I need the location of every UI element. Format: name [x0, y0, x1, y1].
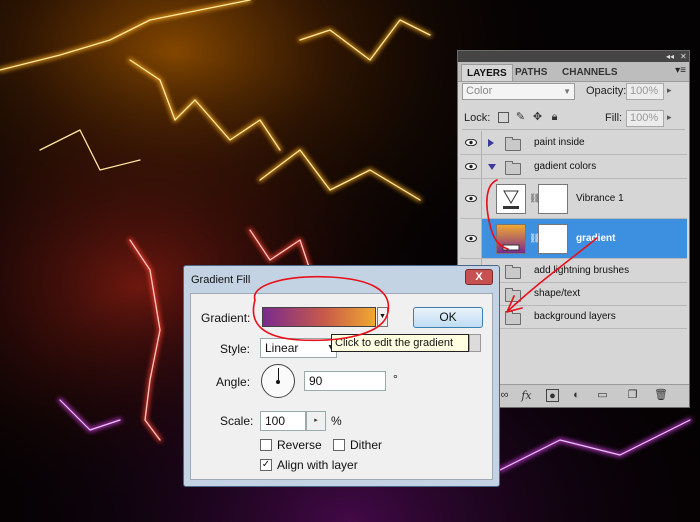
eye-icon[interactable]	[465, 163, 477, 170]
folder-icon	[505, 288, 521, 302]
angle-label: Angle:	[216, 375, 251, 389]
dialog-title: Gradient Fill	[191, 274, 251, 286]
layer-name: gradient	[576, 233, 616, 244]
visibility-cell	[460, 179, 482, 218]
lock-all-icon[interactable]: 🔒︎	[549, 112, 560, 123]
fx-icon[interactable]: fx	[520, 389, 533, 402]
blend-mode-value: Color	[466, 85, 493, 97]
angle-input[interactable]: 90	[304, 371, 386, 391]
reverse-label: Reverse	[277, 438, 322, 452]
lock-label: Lock:	[464, 112, 491, 124]
hidden-button-edge	[469, 334, 481, 352]
style-label: Style:	[220, 342, 251, 356]
tab-paths[interactable]: PATHS	[510, 64, 552, 81]
style-select[interactable]: Linear ▼	[260, 338, 337, 358]
scale-unit: %	[331, 414, 342, 428]
eye-icon[interactable]	[465, 235, 477, 242]
folder-icon	[505, 161, 521, 175]
folder-icon[interactable]: ▭	[596, 389, 609, 402]
angle-dial[interactable]	[261, 364, 295, 398]
vibrance-adjustment-icon	[496, 184, 526, 214]
ok-button[interactable]: OK	[413, 307, 483, 328]
fill-slider-icon[interactable]: ▸	[667, 112, 672, 123]
gradient-fill-dialog: Gradient Fill X Gradient: ▼ OK Style: Li…	[183, 265, 500, 487]
layer-name: shape/text	[534, 288, 581, 299]
expand-arrow-icon[interactable]	[488, 139, 494, 147]
chevron-down-icon: ▼	[563, 87, 571, 96]
reverse-checkbox[interactable]	[260, 439, 272, 451]
visibility-cell	[460, 131, 482, 154]
opacity-slider-icon[interactable]: ▸	[667, 85, 672, 96]
lock-row: Lock: ✎ ✥ 🔒︎ Fill: 100% ▸	[462, 109, 685, 130]
opacity-input[interactable]: 100%	[626, 83, 664, 100]
dialog-body: Gradient: ▼ OK Style: Linear ▼ Angle: 90…	[190, 293, 493, 480]
close-icon[interactable]: ✕	[680, 51, 687, 62]
layer-row-vibrance[interactable]: ⛓ Vibrance 1	[460, 179, 687, 219]
blend-mode-select[interactable]: Color ▼	[462, 83, 575, 100]
blend-row: Color ▼ Opacity: 100% ▸	[462, 83, 685, 103]
collapse-arrow-icon[interactable]	[488, 164, 496, 170]
close-button[interactable]: X	[465, 269, 493, 285]
lock-transparency-icon[interactable]	[498, 112, 509, 123]
panel-title-bar: ◂◂ ✕	[458, 51, 689, 62]
layer-mask-thumbnail[interactable]	[538, 224, 568, 254]
layer-row-gadient-colors[interactable]: gadient colors	[460, 155, 687, 179]
tooltip: Click to edit the gradient	[331, 334, 469, 352]
angle-unit: °	[393, 372, 398, 386]
layer-name: add lightning brushes	[534, 265, 630, 276]
dither-checkbox[interactable]	[333, 439, 345, 451]
layer-row-paint-inside[interactable]: paint inside	[460, 131, 687, 155]
panel-tabs: LAYERS PATHS CHANNELS ▾≡	[458, 62, 689, 82]
opacity-label: Opacity:	[586, 85, 627, 97]
layer-name: gadient colors	[534, 161, 597, 172]
layer-mask-thumbnail[interactable]	[538, 184, 568, 214]
eye-icon[interactable]	[465, 195, 477, 202]
align-checkbox[interactable]: ✓	[260, 459, 272, 471]
adjustment-icon[interactable]: ◐	[570, 389, 583, 402]
new-layer-icon[interactable]: ❐	[626, 389, 639, 402]
eye-icon[interactable]	[465, 139, 477, 146]
panel-menu-icon[interactable]: ▾≡	[675, 65, 686, 76]
scale-input[interactable]: 100	[260, 411, 306, 431]
trash-icon[interactable]: 🗑︎	[654, 389, 668, 402]
scale-label: Scale:	[220, 414, 254, 428]
layer-name: Vibrance 1	[576, 193, 624, 204]
lock-move-icon[interactable]: ✥	[532, 112, 543, 123]
collapse-icon[interactable]: ◂◂	[666, 51, 674, 62]
lock-brush-icon[interactable]: ✎	[515, 112, 526, 123]
layer-name: background layers	[534, 311, 616, 322]
visibility-cell	[460, 219, 482, 258]
gradient-fill-thumbnail	[496, 224, 526, 254]
gradient-label: Gradient:	[201, 311, 251, 325]
layer-name: paint inside	[534, 137, 585, 148]
align-label: Align with layer	[277, 458, 358, 472]
folder-icon	[505, 265, 521, 279]
scale-slider-button[interactable]: ▸	[306, 411, 326, 431]
fill-label: Fill:	[605, 112, 623, 124]
visibility-cell	[460, 155, 482, 178]
gradient-swatch[interactable]	[262, 307, 376, 327]
fill-input[interactable]: 100%	[626, 110, 664, 127]
layer-row-gradient[interactable]: ⛓ gradient	[460, 219, 687, 259]
tab-channels[interactable]: CHANNELS	[557, 64, 623, 81]
mask-icon[interactable]: ●	[546, 389, 559, 402]
style-value: Linear	[265, 341, 299, 355]
tab-layers[interactable]: LAYERS	[461, 64, 513, 81]
gradient-picker-dropdown[interactable]: ▼	[377, 307, 388, 327]
folder-icon	[505, 311, 521, 325]
folder-icon	[505, 137, 521, 151]
dither-label: Dither	[350, 438, 383, 452]
